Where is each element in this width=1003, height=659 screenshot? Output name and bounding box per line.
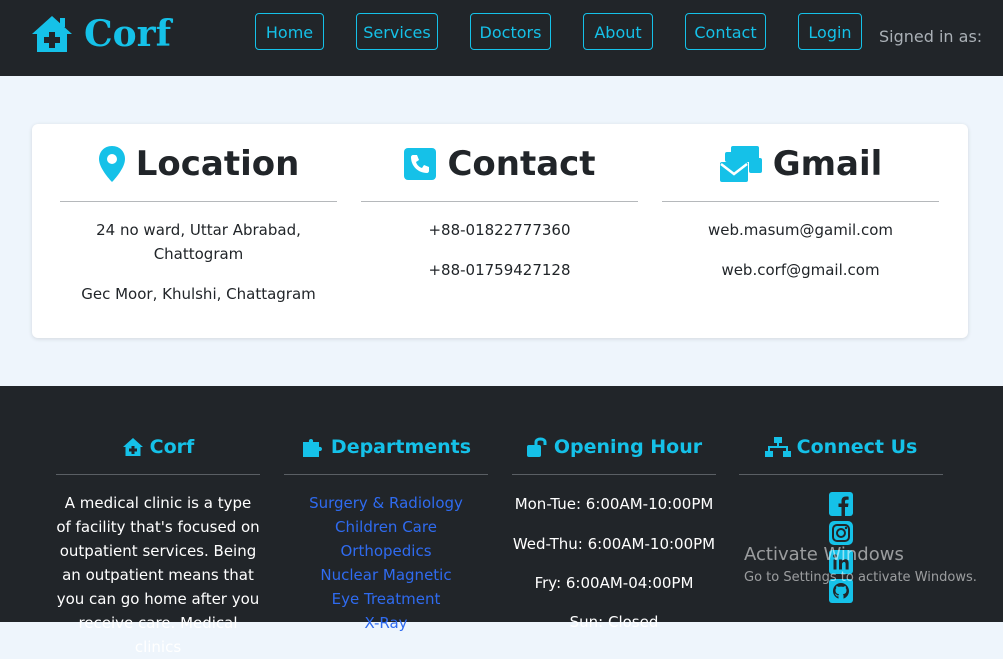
department-link[interactable]: Nuclear Magnetic: [284, 563, 488, 587]
department-link[interactable]: Children Care: [284, 515, 488, 539]
instagram-icon[interactable]: [829, 521, 853, 545]
phone-square-icon: [404, 148, 437, 180]
gmail-divider: [662, 201, 939, 202]
footer-departments-title: Departments: [330, 436, 472, 458]
department-link[interactable]: Orthopedics: [284, 539, 488, 563]
gmail-title: Gmail: [772, 144, 883, 184]
contact-heading: Contact: [361, 142, 638, 186]
unlock-icon: [526, 437, 547, 457]
footer-connect-divider: [739, 474, 943, 475]
location-heading: Location: [60, 142, 337, 186]
opening-hour-item: Mon-Tue: 6:00AM-10:00PM: [514, 495, 714, 513]
opening-hour-item: Fry: 6:00AM-04:00PM: [534, 574, 694, 592]
map-pin-icon: [98, 146, 125, 182]
activate-windows-title: Activate Windows: [744, 544, 904, 565]
contact-title: Contact: [447, 144, 596, 184]
phone-1[interactable]: +88-01822777360: [361, 218, 638, 242]
footer: Corf A medical clinic is a type of facil…: [0, 386, 1003, 656]
phone-2[interactable]: +88-01759427128: [361, 258, 638, 282]
opening-hour-item: Wed-Thu: 6:00AM-10:00PM: [512, 535, 716, 553]
location-line-2: Gec Moor, Khulshi, Chattagram: [81, 285, 316, 303]
nav-login-link[interactable]: Login: [798, 13, 862, 50]
footer-connect-title: Connect Us: [796, 436, 918, 458]
footer-hours-divider: [512, 474, 716, 475]
nav-doctors-link[interactable]: Doctors: [470, 13, 551, 50]
nav-contact-link[interactable]: Contact: [685, 13, 766, 50]
footer-corf-divider: [56, 474, 260, 475]
location-line-1: 24 no ward, Uttar Abrabad, Chattogram: [96, 221, 301, 263]
footer-corf-title: Corf: [149, 436, 195, 458]
network-icon: [764, 437, 791, 457]
nav-services-link[interactable]: Services: [356, 13, 438, 50]
house-medical-icon: [122, 438, 143, 456]
footer-departments-heading: Departments: [284, 434, 488, 460]
department-link[interactable]: Surgery & Radiology: [284, 491, 488, 515]
department-link[interactable]: Eye Treatment: [284, 587, 488, 611]
contact-info-card: Location 24 no ward, Uttar Abrabad, Chat…: [32, 124, 968, 338]
footer-corf-description: A medical clinic is a type of facility t…: [56, 494, 260, 656]
navbar: Corf Home Services Doctors About Contact…: [0, 0, 1003, 76]
house-medical-icon: [32, 16, 72, 52]
brand-name: Corf: [84, 13, 172, 55]
signed-in-label: Signed in as:: [879, 27, 983, 46]
footer-hours-title: Opening Hour: [553, 436, 703, 458]
footer-hours-heading: Opening Hour: [512, 434, 716, 460]
footer-connect-heading: Connect Us: [739, 434, 943, 460]
activate-windows-subtitle: Go to Settings to activate Windows.: [744, 570, 977, 585]
footer-departments-divider: [284, 474, 488, 475]
location-divider: [60, 201, 337, 202]
nav-home-link[interactable]: Home: [255, 13, 324, 50]
opening-hour-item: Sun: Closed: [569, 613, 659, 631]
contact-divider: [361, 201, 638, 202]
brand[interactable]: Corf: [30, 12, 171, 56]
nav-about-link[interactable]: About: [583, 13, 653, 50]
footer-corf-heading: Corf: [56, 434, 260, 460]
puzzle-piece-icon: [302, 439, 322, 457]
location-title: Location: [135, 144, 300, 184]
gmail-heading: Gmail: [662, 142, 939, 186]
email-2[interactable]: web.corf@gmail.com: [662, 258, 939, 282]
facebook-icon[interactable]: [829, 492, 853, 516]
department-link[interactable]: X-Ray: [284, 611, 488, 635]
email-1[interactable]: web.masum@gamil.com: [662, 218, 939, 242]
mail-bulk-icon: [719, 146, 762, 182]
